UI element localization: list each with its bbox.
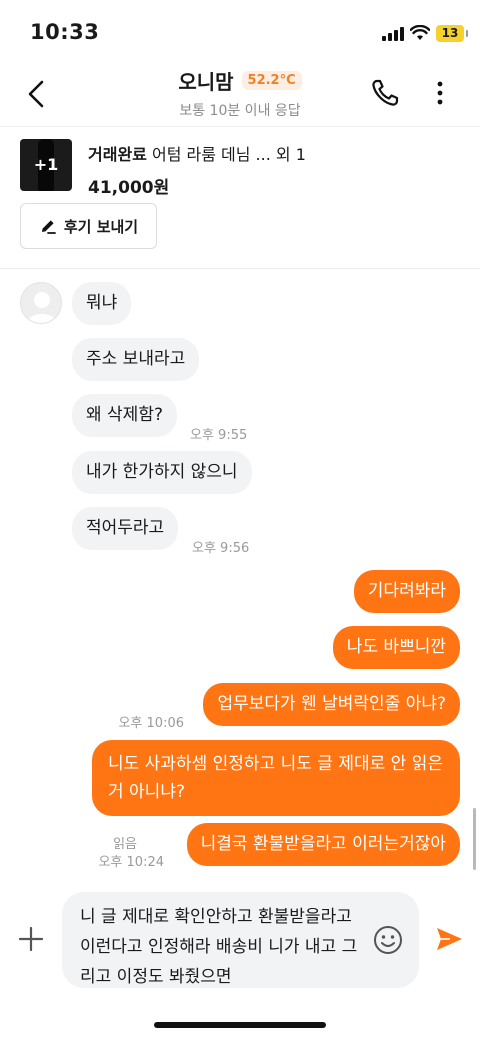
product-title: 어텀 라룸 데님 ... 외 1 [151,145,306,164]
outgoing-message[interactable]: 기다려봐라 [353,570,460,613]
product-bar: +1 거래완료 어텀 라룸 데님 ... 외 1 41,000원 후기 보내기 [0,126,480,269]
read-receipt: 읽음 [113,837,137,852]
wifi-icon [410,25,430,40]
message-input[interactable]: 니 글 제대로 확인안하고 환불받을라고 이런다고 인정해라 배송비 니가 내고… [62,892,419,988]
input-bar: 니 글 제대로 확인안하고 환불받을라고 이런다고 인정해라 배송비 니가 내고… [0,880,480,1000]
response-time-text: 보통 10분 이내 응답 [179,103,301,119]
message-timestamp: 오후 9:55 [190,428,248,443]
status-bar: 10:33 13 [0,0,480,64]
trade-status: 거래완료 [88,145,147,164]
product-thumbnail[interactable]: +1 [20,139,72,191]
pencil-icon [41,220,56,234]
home-indicator[interactable] [154,1022,326,1028]
incoming-message[interactable]: 주소 보내라고 [72,338,200,381]
header-title-block: 오니맘 52.2°C 보통 10분 이내 응답 [0,66,480,120]
outgoing-message[interactable]: 니결국 환불받을라고 이러는거잖아 [186,823,460,866]
incoming-message[interactable]: 뭐냐 [72,282,132,325]
outgoing-message[interactable]: 나도 바쁘니깐 [332,626,460,669]
default-avatar-icon [27,292,57,323]
more-options-icon[interactable] [430,78,450,108]
partner-name[interactable]: 오니맘 [178,66,233,95]
incoming-message[interactable]: 내가 한가하지 않으니 [72,451,252,494]
product-price: 41,000원 [88,178,170,198]
incoming-message[interactable]: 적어두라고 [72,507,179,550]
status-time: 10:33 [30,20,100,44]
extra-items-count: +1 [20,139,72,191]
cellular-signal-icon [382,27,404,41]
product-info[interactable]: 거래완료 어텀 라룸 데님 ... 외 1 41,000원 [88,141,306,198]
partner-avatar[interactable] [20,282,62,324]
phone-icon[interactable] [370,78,400,108]
plus-icon[interactable] [18,926,44,952]
outgoing-message[interactable]: 업무보다가 웬 날벼락인줄 아냐? [203,683,460,726]
chat-header: 오니맘 52.2°C 보통 10분 이내 응답 [0,64,480,124]
message-timestamp: 오후 10:24 [98,855,164,870]
battery-icon: 13 [436,25,468,42]
incoming-message[interactable]: 왜 삭제함? [72,394,177,437]
scrollbar[interactable] [473,808,476,870]
message-list: 뭐냐 주소 보내라고 왜 삭제함? 오후 9:55 내가 한가하지 않으니 적어… [0,270,480,870]
message-timestamp: 오후 9:56 [192,541,250,556]
message-timestamp: 오후 10:06 [118,716,184,731]
manner-temperature-badge: 52.2°C [241,71,302,90]
send-review-label: 후기 보내기 [63,217,139,236]
send-review-button[interactable]: 후기 보내기 [20,203,157,249]
send-icon[interactable] [434,924,464,954]
outgoing-message[interactable]: 니도 사과하셈 인정하고 니도 글 제대로 안 읽은거 아니냐? [92,740,460,816]
emoji-icon[interactable] [372,924,404,956]
